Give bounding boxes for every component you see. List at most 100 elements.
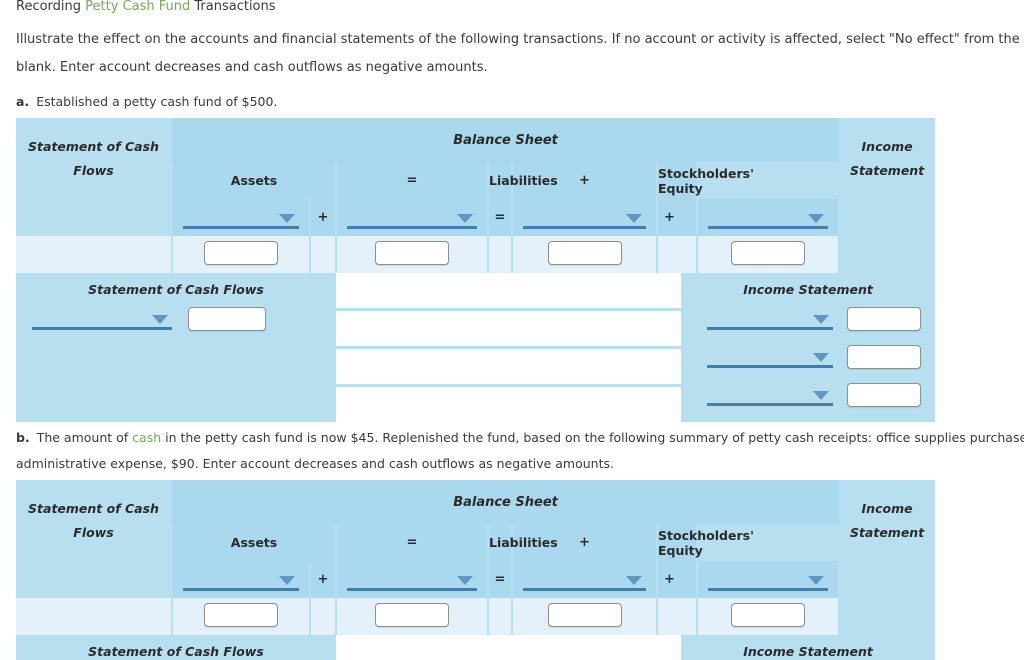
is-section-title: Income Statement [743,282,873,297]
equity-amount-cell[interactable] [695,598,841,635]
operator-spacer [488,598,512,635]
is-entry-row [681,307,935,331]
table-row [16,236,936,273]
scf-amount-input[interactable] [188,307,266,331]
is-account-dropdown-1[interactable] [707,308,834,330]
operator-spacer [657,236,681,273]
is-account-dropdown-3[interactable] [707,384,834,406]
liabilities-group-header: Liabilities [487,524,558,561]
cash-link[interactable]: cash [132,430,161,445]
is-amount-input-3[interactable] [847,383,922,407]
asset-2-amount-input[interactable] [375,602,449,627]
table-row: + = + [16,561,936,598]
income-statement-column-header: Income Statement [839,480,936,561]
table-row: Statement of Cash Flows Balance Sheet In… [16,480,936,561]
operator-spacer [488,236,512,273]
worksheet-page: Recording Petty Cash Fund Transactions I… [0,0,1024,660]
worksheet-table-a: Statement of Cash Flows Balance Sheet In… [16,118,936,422]
asset-account-2-cell[interactable] [335,199,489,236]
table-row: Statement of Cash Flows Income Statement [16,635,936,660]
liability-amount-cell[interactable] [511,236,658,273]
liability-account-dropdown[interactable] [523,569,646,591]
asset-2-amount-cell[interactable] [335,598,489,635]
liability-amount-input[interactable] [547,602,622,627]
asset-2-amount-input[interactable] [375,240,449,265]
white-row [336,311,681,346]
is-account-dropdown-2[interactable] [707,346,834,368]
asset-1-amount-cell[interactable] [171,236,311,273]
asset-account-2-dropdown[interactable] [347,207,477,229]
scf-detail-pane: Statement of Cash Flows [16,273,336,422]
equals-operator: = [336,162,488,199]
is-entry-row [681,345,935,369]
asset-account-1-cell[interactable] [171,561,311,598]
asset-account-1-dropdown[interactable] [183,569,299,591]
white-row [336,635,681,660]
question-b: b. The amount of cash in the petty cash f… [16,425,1024,477]
white-row-group [336,273,681,422]
question-a-text: Established a petty cash fund of $500. [36,94,278,109]
asset-account-2-dropdown[interactable] [347,569,477,591]
liabilities-group-header: Liabilities [487,162,558,199]
equity-amount-input[interactable] [731,602,806,627]
asset-account-1-dropdown[interactable] [183,207,299,229]
liability-amount-input[interactable] [547,240,622,265]
asset-account-2-cell[interactable] [335,561,489,598]
chevron-down-icon [808,213,825,223]
equity-spacer [681,598,697,635]
is-section-title: Income Statement [743,644,873,659]
liability-account-dropdown[interactable] [523,207,646,229]
is-amount-input-1[interactable] [847,307,922,331]
income-statement-column-header: Income Statement [839,118,936,199]
asset-1-amount-input[interactable] [204,240,278,265]
scf-section-title: Statement of Cash Flows [88,644,264,659]
equity-spacer [681,236,697,273]
worksheet-grid-a: Statement of Cash Flows Balance Sheet In… [16,118,936,422]
page-title-suffix: Transactions [190,0,276,14]
equity-group-header: Stockholders' Equity [656,162,754,199]
operator-spacer [310,598,336,635]
equity-account-dropdown[interactable] [708,569,829,591]
table-row: + = + [16,199,936,236]
chevron-down-icon [813,391,830,400]
scf-pane-filler [16,331,336,403]
equals-operator: = [336,524,488,561]
equity-account-cell[interactable] [695,199,841,236]
equity-amount-cell[interactable] [695,236,841,273]
instructions-text: Illustrate the effect on the accounts an… [16,32,1024,75]
scf-detail-pane: Statement of Cash Flows [16,635,336,660]
asset-2-amount-cell[interactable] [335,236,489,273]
equity-account-dropdown[interactable] [708,207,829,229]
is-detail-pane: Income Statement [681,635,936,660]
liability-amount-cell[interactable] [511,598,658,635]
operator-spacer [657,598,681,635]
white-row-group [336,635,681,660]
asset-1-amount-cell[interactable] [171,598,311,635]
asset-account-1-cell[interactable] [171,199,311,236]
table-row: Statement of Cash Flows Income Statement [16,273,936,422]
is-pane-filler [681,407,935,415]
equals-operator: = [488,199,512,236]
asset-1-amount-input[interactable] [204,602,278,627]
equity-amount-input[interactable] [731,240,806,265]
page-title: Recording Petty Cash Fund Transactions [16,0,276,16]
worksheet-grid-b: Statement of Cash Flows Balance Sheet In… [16,480,936,660]
chevron-down-icon [808,575,825,585]
equity-spacer-cell [681,199,697,236]
is-amount-spacer [839,598,936,635]
petty-cash-fund-link[interactable]: Petty Cash Fund [85,0,190,14]
scf-entry-row [16,307,336,331]
is-amount-input-2[interactable] [847,345,922,369]
liability-account-cell[interactable] [511,199,658,236]
scf-activity-dropdown[interactable] [32,308,172,330]
equity-spacer-cell [681,561,697,598]
plus-operator: + [310,561,336,598]
chevron-down-icon [626,575,642,585]
liability-account-cell[interactable] [511,561,658,598]
middle-white-pane [336,635,681,660]
scf-spacer-cell [16,199,172,236]
table-row [16,598,936,635]
equity-account-cell[interactable] [695,561,841,598]
equals-operator: = [488,561,512,598]
plus-operator: + [657,199,681,236]
